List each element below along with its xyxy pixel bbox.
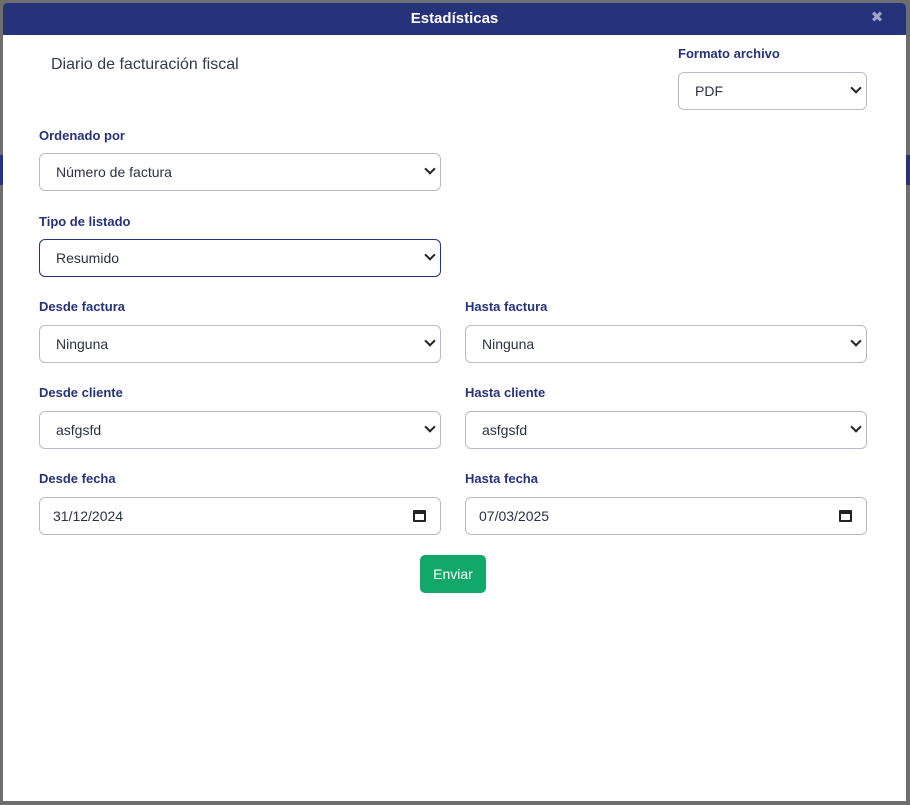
to-invoice-select[interactable]: Ninguna [465,325,867,363]
statistics-dialog: Estadísticas ✖ Diario de facturación fis… [3,3,906,801]
chevron-down-icon [850,335,862,347]
calendar-icon[interactable] [413,510,426,522]
to-date-input[interactable]: 07/03/2025 [465,497,867,535]
to-date-value: 07/03/2025 [479,508,550,524]
format-label: Formato archivo [678,46,780,61]
format-select-value: PDF [695,83,723,99]
close-icon[interactable]: ✖ [870,10,884,25]
to-client-select-value: asfgsfd [482,422,528,438]
to-date-label: Hasta fecha [465,471,538,486]
to-invoice-label: Hasta factura [465,299,548,314]
from-date-label: Desde fecha [39,471,116,486]
chevron-down-icon [850,421,862,433]
from-date-value: 31/12/2024 [53,508,124,524]
list-type-select[interactable]: Resumido [39,239,441,277]
dialog-titlebar: Estadísticas ✖ [3,3,906,35]
chevron-down-icon [424,335,436,347]
calendar-icon[interactable] [839,510,852,522]
list-type-select-value: Resumido [56,250,120,266]
chevron-down-icon [424,249,436,261]
order-by-label: Ordenado por [39,128,125,143]
from-invoice-select-value: Ninguna [56,336,109,352]
to-client-select[interactable]: asfgsfd [465,411,867,449]
from-invoice-label: Desde factura [39,299,125,314]
from-date-input[interactable]: 31/12/2024 [39,497,441,535]
report-title: Diario de facturación fiscal [51,56,239,73]
format-select[interactable]: PDF [678,72,867,110]
to-client-label: Hasta cliente [465,385,546,400]
submit-button[interactable]: Enviar [420,555,486,593]
from-invoice-select[interactable]: Ninguna [39,325,441,363]
list-type-label: Tipo de listado [39,214,131,229]
to-invoice-select-value: Ninguna [482,336,535,352]
chevron-down-icon [424,163,436,175]
order-by-select[interactable]: Número de factura [39,153,441,191]
chevron-down-icon [424,421,436,433]
order-by-select-value: Número de factura [56,164,172,180]
from-client-select-value: asfgsfd [56,422,102,438]
chevron-down-icon [850,82,862,94]
from-client-label: Desde cliente [39,385,123,400]
from-client-select[interactable]: asfgsfd [39,411,441,449]
dialog-title: Estadísticas [410,10,499,27]
